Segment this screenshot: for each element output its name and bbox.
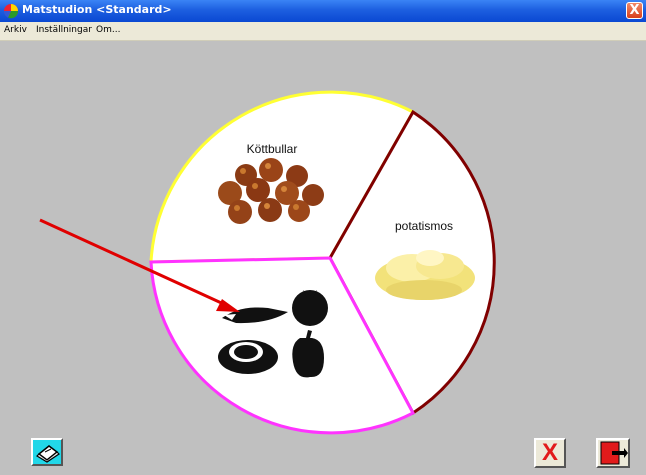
- printer-icon: [36, 445, 60, 463]
- print-button[interactable]: [31, 438, 63, 466]
- label-kottbullar: Köttbullar: [247, 142, 298, 156]
- cancel-button[interactable]: X: [534, 438, 566, 468]
- exit-door-icon: [600, 441, 628, 465]
- exit-button[interactable]: [596, 438, 630, 468]
- plate-diagram: Köttbullar potatismos: [39, 90, 496, 435]
- label-potatismos: potatismos: [395, 219, 453, 233]
